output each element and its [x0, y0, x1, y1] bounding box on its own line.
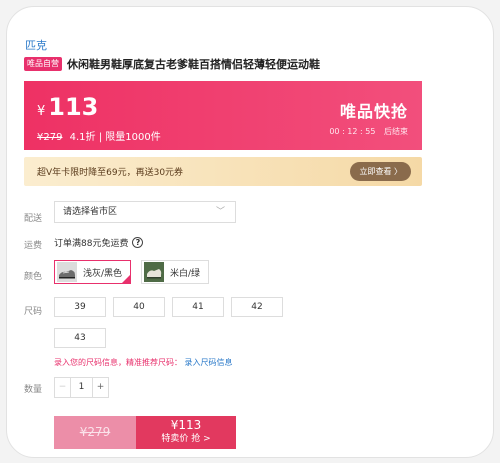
product-title: 休闲鞋男鞋厚底复古老爹鞋百搭情侣轻薄轻便运动鞋 — [67, 58, 320, 71]
original-price-button[interactable]: ¥279 — [54, 416, 136, 449]
shoe-thumbnail-icon — [57, 262, 77, 282]
shoe-thumbnail-icon — [144, 262, 164, 282]
color-option-label: 浅灰/黑色 — [83, 268, 123, 279]
price-separator: | — [98, 132, 103, 143]
color-option-gray-black[interactable]: 浅灰/黑色 — [54, 260, 132, 284]
region-select[interactable]: 请选择省市区 ﹀ — [54, 201, 236, 223]
size-option-40[interactable]: 40 — [113, 297, 165, 317]
selected-corner-icon — [121, 274, 132, 284]
buy-now-price: ¥113 — [170, 418, 202, 432]
quantity-stepper: − 1 + — [54, 377, 109, 398]
enter-size-link[interactable]: 录入尺码信息 — [185, 358, 233, 367]
decrease-button[interactable]: − — [55, 378, 71, 397]
countdown-time: 00 : 12 : 55 — [329, 127, 376, 136]
title-row: 唯品自营 休闲鞋男鞋厚底复古老爹鞋百搭情侣轻薄轻便运动鞋 — [24, 56, 320, 72]
brand-link[interactable]: 匹克 — [25, 37, 47, 53]
flash-sale-banner: ¥ 113 ¥279 4.1折 | 限量1000件 唯品快抢 00 : 12 :… — [24, 81, 422, 150]
color-option-white-green[interactable]: 米白/绿 — [141, 260, 210, 284]
chevron-down-icon: ﹀ — [215, 207, 225, 217]
size-option-41[interactable]: 41 — [172, 297, 224, 317]
size-tip-text: 录入您的尺码信息，精准推荐尺码： — [54, 358, 182, 367]
currency-symbol: ¥ — [37, 104, 46, 119]
size-option-42[interactable]: 42 — [231, 297, 283, 317]
buy-now-label: 特卖价 抢 > — [161, 434, 211, 444]
flash-sale-logo: 唯品快抢 — [339, 102, 408, 121]
shipping-label: 运费 — [24, 241, 43, 251]
region-select-placeholder: 请选择省市区 — [63, 207, 118, 217]
vip-promo-text: 超V年卡限时降至69元，再送30元券 — [37, 168, 184, 178]
sale-price: 113 — [48, 93, 99, 121]
flash-price: ¥ 113 — [37, 93, 98, 121]
shipping-info: 订单满88元免运费 ? — [54, 236, 144, 249]
size-label: 尺码 — [24, 307, 43, 317]
quantity-input[interactable]: 1 — [71, 378, 92, 397]
color-label: 颜色 — [24, 272, 43, 282]
size-option-39[interactable]: 39 — [54, 297, 106, 317]
quantity-label: 数量 — [24, 385, 43, 395]
vip-promo-bar: 超V年卡限时降至69元，再送30元券 立即查看 〉 — [24, 157, 422, 186]
buy-now-button[interactable]: ¥113 特卖价 抢 > — [136, 416, 236, 449]
product-card: 匹克 唯品自营 休闲鞋男鞋厚底复古老爹鞋百搭情侣轻薄轻便运动鞋 ¥ 113 ¥2… — [6, 6, 494, 458]
limited-quantity: 限量1000件 — [105, 132, 161, 143]
price-details: ¥279 4.1折 | 限量1000件 — [37, 128, 161, 143]
discount-rate: 4.1折 — [69, 132, 96, 143]
size-option-43[interactable]: 43 — [54, 328, 106, 348]
shipping-text: 订单满88元免运费 — [54, 239, 129, 249]
countdown-suffix: 后结束 — [384, 127, 408, 136]
increase-button[interactable]: + — [92, 378, 108, 397]
countdown-timer: 00 : 12 : 55 后结束 — [329, 126, 408, 137]
help-icon[interactable]: ? — [132, 237, 144, 248]
delivery-label: 配送 — [24, 214, 43, 224]
color-option-label: 米白/绿 — [170, 268, 201, 279]
self-operated-badge: 唯品自营 — [24, 57, 62, 71]
view-now-button[interactable]: 立即查看 〉 — [350, 162, 411, 181]
size-tip: 录入您的尺码信息，精准推荐尺码： 录入尺码信息 — [54, 357, 233, 368]
original-price: ¥279 — [37, 132, 63, 143]
